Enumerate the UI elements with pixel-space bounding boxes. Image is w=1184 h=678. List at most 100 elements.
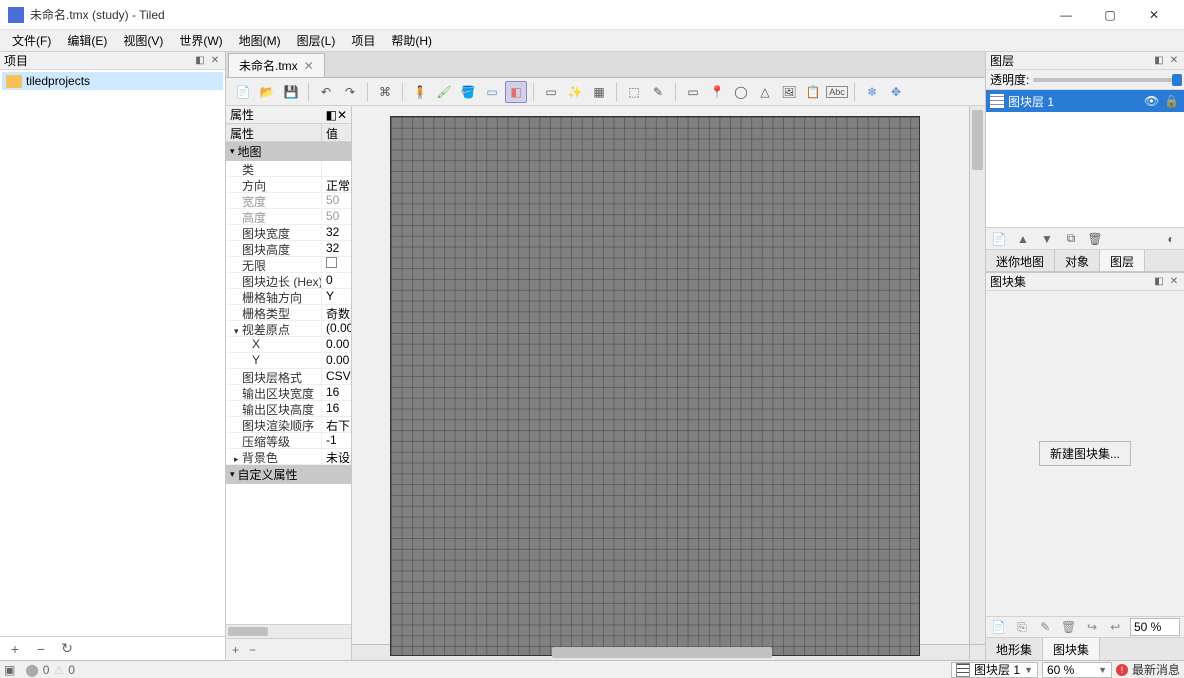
menu-view[interactable]: 视图(V) (115, 30, 171, 51)
move-layer-up-button[interactable]: ▲ (1014, 230, 1032, 248)
project-folder[interactable]: tiledprojects (2, 72, 223, 90)
magic-wand-icon[interactable]: ✨ (564, 81, 586, 103)
menu-help[interactable]: 帮助(H) (383, 30, 440, 51)
menu-layers[interactable]: 图层(L) (289, 30, 344, 51)
undock-icon[interactable]: ◧ (1153, 55, 1165, 67)
tab-tileset[interactable]: 图块集 (1043, 638, 1100, 660)
new-file-icon[interactable]: 📄 (232, 81, 254, 103)
property-row[interactable]: 图块边长 (Hex)0 (226, 273, 351, 289)
current-layer-selector[interactable]: 图块层 1 ▼ (951, 662, 1038, 678)
undock-icon[interactable]: ◧ (326, 108, 337, 122)
property-group-custom[interactable]: ▾自定义属性 (226, 465, 351, 484)
open-file-icon[interactable]: 📂 (256, 81, 278, 103)
maximize-button[interactable]: ▢ (1088, 0, 1132, 30)
opacity-slider[interactable] (1033, 78, 1180, 82)
minimize-button[interactable]: — (1044, 0, 1088, 30)
news-button[interactable]: ! 最新消息 (1116, 661, 1180, 678)
properties-col-name[interactable]: 属性 (226, 124, 322, 141)
highlight-layer-button[interactable]: ◐ (1162, 230, 1180, 248)
insert-polygon-icon[interactable]: △ (754, 81, 776, 103)
tab-minimap[interactable]: 迷你地图 (986, 250, 1055, 271)
edit-polygons-icon[interactable]: ✎ (647, 81, 669, 103)
properties-body[interactable]: ▾地图 类方向正常宽度50高度50图块宽度32图块高度32无限图块边长 (Hex… (226, 142, 351, 624)
property-group-map[interactable]: ▾地图 (226, 142, 351, 161)
error-count-icon[interactable]: ⬤ (25, 663, 38, 677)
command-icon[interactable]: ⌘ (374, 81, 396, 103)
undo-icon[interactable]: ↶ (315, 81, 337, 103)
snap-icon[interactable]: ❄ (861, 81, 883, 103)
tab-close-icon[interactable]: ✕ (304, 59, 314, 73)
property-row[interactable]: 宽度50 (226, 193, 351, 209)
project-tree[interactable]: tiledprojects (0, 70, 225, 636)
tab-objects[interactable]: 对象 (1055, 250, 1100, 271)
property-row[interactable]: Y0.00 (226, 353, 351, 369)
menu-file[interactable]: 文件(F) (4, 30, 59, 51)
stamp-brush-icon[interactable]: 🧍 (409, 81, 431, 103)
property-row[interactable]: 类 (226, 161, 351, 177)
document-tab[interactable]: 未命名.tmx ✕ (228, 53, 325, 77)
new-tileset-button[interactable]: 新建图块集... (1039, 441, 1131, 466)
refresh-button[interactable]: ↻ (58, 640, 76, 658)
remove-button[interactable]: − (32, 640, 50, 658)
rect-select-icon[interactable]: ▭ (540, 81, 562, 103)
move-icon[interactable]: ✥ (885, 81, 907, 103)
insert-point-icon[interactable]: 📍 (706, 81, 728, 103)
terrain-brush-icon[interactable]: 🖌 (433, 81, 455, 103)
property-row[interactable]: 高度50 (226, 209, 351, 225)
close-panel-icon[interactable]: ✕ (1168, 276, 1180, 288)
remove-property-button[interactable]: − (249, 643, 256, 657)
redo-icon[interactable]: ↷ (339, 81, 361, 103)
close-panel-icon[interactable]: ✕ (337, 108, 347, 122)
menu-project[interactable]: 项目 (343, 30, 383, 51)
add-property-button[interactable]: + (232, 643, 239, 657)
delete-layer-button[interactable]: 🗑 (1086, 230, 1104, 248)
property-row[interactable]: X0.00 (226, 337, 351, 353)
lock-icon[interactable]: 🔒 (1164, 94, 1180, 108)
tab-terrain[interactable]: 地形集 (986, 638, 1043, 660)
undock-icon[interactable]: ◧ (194, 55, 206, 67)
properties-hscrollbar[interactable] (226, 624, 351, 638)
console-icon[interactable]: ▣ (4, 663, 15, 677)
warning-count-icon[interactable]: ⚠ (53, 663, 64, 677)
menu-map[interactable]: 地图(M) (231, 30, 289, 51)
property-row[interactable]: 图块高度32 (226, 241, 351, 257)
bucket-fill-icon[interactable]: 🪣 (457, 81, 479, 103)
layer-list[interactable]: 图块层 1 👁 🔒 (986, 90, 1184, 228)
property-row[interactable]: 无限 (226, 257, 351, 273)
insert-ellipse-icon[interactable]: ◯ (730, 81, 752, 103)
tileset-dynamic-wrap-icon[interactable]: ↩ (1107, 618, 1124, 636)
tileset-export-icon[interactable]: ↪ (1083, 618, 1100, 636)
menu-world[interactable]: 世界(W) (171, 30, 230, 51)
new-layer-button[interactable]: 📄 (990, 230, 1008, 248)
insert-template-icon[interactable]: 📋 (802, 81, 824, 103)
move-layer-down-button[interactable]: ▼ (1038, 230, 1056, 248)
save-file-icon[interactable]: 💾 (280, 81, 302, 103)
property-row[interactable]: 图块层格式CSV (226, 369, 351, 385)
insert-rectangle-icon[interactable]: ▭ (682, 81, 704, 103)
close-button[interactable]: ✕ (1132, 0, 1176, 30)
layer-item[interactable]: 图块层 1 👁 🔒 (986, 90, 1184, 112)
property-row[interactable]: 输出区块宽度16 (226, 385, 351, 401)
tab-layers[interactable]: 图层 (1100, 250, 1145, 271)
tileset-embed-icon[interactable]: ⎘ (1013, 618, 1030, 636)
property-row[interactable]: 图块渲染顺序右下 (226, 417, 351, 433)
tileset-edit-icon[interactable]: ✎ (1037, 618, 1054, 636)
property-group-bgcolor[interactable]: ▸ 背景色 未设置 (226, 449, 351, 465)
property-row[interactable]: 栅格轴方向Y (226, 289, 351, 305)
close-panel-icon[interactable]: ✕ (1168, 55, 1180, 67)
duplicate-layer-button[interactable]: ⧉ (1062, 230, 1080, 248)
add-button[interactable]: + (6, 640, 24, 658)
shape-fill-icon[interactable]: ▭ (481, 81, 503, 103)
property-group-parallax[interactable]: ▾ 视差原点 (0.00, (226, 321, 351, 337)
canvas-hscrollbar[interactable] (352, 645, 969, 660)
map-canvas[interactable] (352, 106, 969, 644)
property-row[interactable]: 输出区块高度16 (226, 401, 351, 417)
property-row[interactable]: 栅格类型奇数 (226, 305, 351, 321)
insert-tile-icon[interactable]: 🖼 (778, 81, 800, 103)
property-row[interactable]: 方向正常 (226, 177, 351, 193)
property-row[interactable]: 压缩等级-1 (226, 433, 351, 449)
menu-edit[interactable]: 编辑(E) (59, 30, 115, 51)
tileset-zoom-input[interactable] (1130, 618, 1180, 636)
same-tile-select-icon[interactable]: ▦ (588, 81, 610, 103)
tileset-delete-icon[interactable]: 🗑 (1060, 618, 1077, 636)
